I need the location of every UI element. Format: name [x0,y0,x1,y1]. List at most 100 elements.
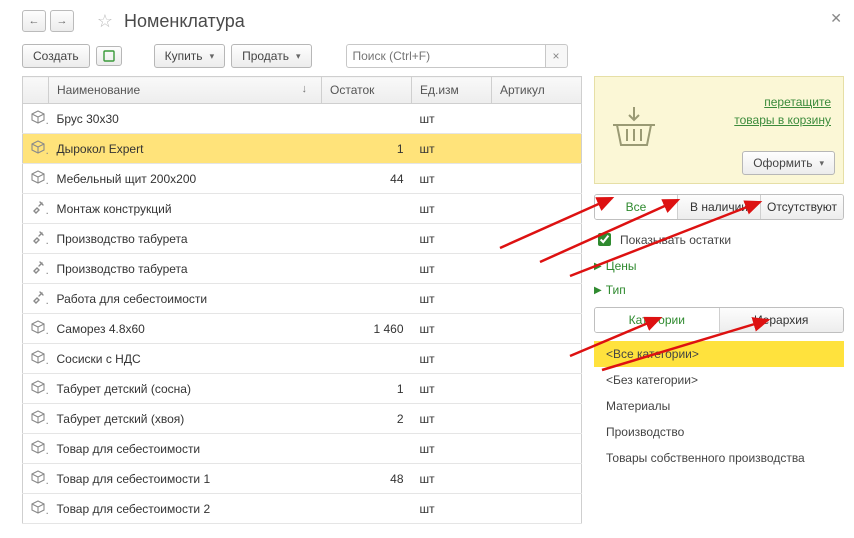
cell-sku [492,374,582,404]
cell-sku [492,344,582,374]
tab-categories[interactable]: Категории [595,308,720,332]
table-row[interactable]: Работа для себестоимостишт [23,284,582,314]
page-title: Номенклатура [124,11,245,32]
col-icon[interactable] [23,77,49,104]
cube-icon [23,344,49,374]
cell-unit: шт [412,344,492,374]
cell-unit: шт [412,134,492,164]
cell-sku [492,464,582,494]
table-row[interactable]: Товар для себестоимостишт [23,434,582,464]
cell-name: Мебельный щит 200х200 [49,164,322,194]
cell-stock [322,104,412,134]
cell-sku [492,404,582,434]
cell-name: Производство табурета [49,224,322,254]
col-sku[interactable]: Артикул [492,77,582,104]
cell-unit: шт [412,314,492,344]
cell-name: Производство табурета [49,254,322,284]
refresh-button[interactable] [96,46,122,66]
type-expander[interactable]: ▶ Тип [594,283,844,297]
wrench-icon [23,284,49,314]
cell-sku [492,284,582,314]
wrench-icon [23,254,49,284]
cube-icon [23,104,49,134]
cell-unit: шт [412,464,492,494]
cell-sku [492,194,582,224]
table-row[interactable]: Табурет детский (хвоя)2шт [23,404,582,434]
col-unit[interactable]: Ед.изм [412,77,492,104]
cube-icon [23,464,49,494]
cell-stock [322,194,412,224]
table-row[interactable]: Товар для себестоимости 2шт [23,494,582,524]
show-stock-checkbox[interactable] [598,233,611,246]
wrench-icon [23,224,49,254]
table-row[interactable]: Табурет детский (сосна)1шт [23,374,582,404]
type-label: Тип [606,283,626,297]
category-item[interactable]: <Без категории> [594,367,844,393]
cube-icon [23,134,49,164]
cell-sku [492,494,582,524]
col-name[interactable]: Наименование [49,77,322,104]
cell-stock: 1 [322,134,412,164]
cell-stock: 2 [322,404,412,434]
category-item[interactable]: Производство [594,419,844,445]
cell-sku [492,434,582,464]
close-icon[interactable]: ✕ [830,10,842,27]
table-row[interactable]: Производство табуреташт [23,224,582,254]
cell-name: Саморез 4.8х60 [49,314,322,344]
favorite-star-icon[interactable]: ☆ [94,10,116,32]
cell-unit: шт [412,194,492,224]
table-row[interactable]: Дырокол Expert1шт [23,134,582,164]
sell-button[interactable]: Продать [231,44,311,68]
wrench-icon [23,194,49,224]
cell-name: Табурет детский (хвоя) [49,404,322,434]
cell-stock [322,434,412,464]
table-row[interactable]: Производство табуреташт [23,254,582,284]
filter-out-tab[interactable]: Отсутствуют [761,195,843,219]
cell-name: Табурет детский (сосна) [49,374,322,404]
table-row[interactable]: Сосиски с НДС шт [23,344,582,374]
table-row[interactable]: Монтаж конструкций шт [23,194,582,224]
col-stock[interactable]: Остаток [322,77,412,104]
nav-forward-button[interactable]: → [50,10,74,32]
table-row[interactable]: Саморез 4.8х601 460шт [23,314,582,344]
category-item[interactable]: Материалы [594,393,844,419]
filter-instock-tab[interactable]: В наличии [678,195,761,219]
cell-stock: 1 [322,374,412,404]
cell-name: Работа для себестоимости [49,284,322,314]
cell-stock: 48 [322,464,412,494]
show-stock-checkbox-row[interactable]: Показывать остатки [594,230,844,249]
table-row[interactable]: Товар для себестоимости 148шт [23,464,582,494]
prices-expander[interactable]: ▶ Цены [594,259,844,273]
search-input[interactable] [346,44,546,68]
buy-button[interactable]: Купить [154,44,225,68]
cell-name: Сосиски с НДС [49,344,322,374]
cell-unit: шт [412,494,492,524]
create-button[interactable]: Создать [22,44,90,68]
basket-icon [607,87,661,173]
cell-name: Дырокол Expert [49,134,322,164]
cell-sku [492,314,582,344]
search-clear-button[interactable]: × [546,44,568,68]
table-row[interactable]: Мебельный щит 200х20044шт [23,164,582,194]
cell-name: Брус 30х30 [49,104,322,134]
cell-stock [322,494,412,524]
tab-hierarchy[interactable]: Иерархия [720,308,844,332]
nav-back-button[interactable]: ← [22,10,46,32]
cell-unit: шт [412,164,492,194]
category-item[interactable]: Товары собственного производства [594,445,844,471]
cell-stock: 44 [322,164,412,194]
cube-icon [23,434,49,464]
confirm-order-button[interactable]: Оформить [742,151,835,175]
basket-hint-link[interactable]: перетащите товары в корзину [734,95,831,127]
category-item[interactable]: <Все категории> [594,341,844,367]
cell-stock: 1 460 [322,314,412,344]
cell-stock [322,254,412,284]
basket-hint-line1: перетащите [764,95,831,109]
cube-icon [23,164,49,194]
cell-stock [322,224,412,254]
chevron-right-icon: ▶ [594,285,602,296]
cube-icon [23,494,49,524]
table-row[interactable]: Брус 30х30шт [23,104,582,134]
cell-name: Монтаж конструкций [49,194,322,224]
filter-all-tab[interactable]: Все [595,195,678,219]
